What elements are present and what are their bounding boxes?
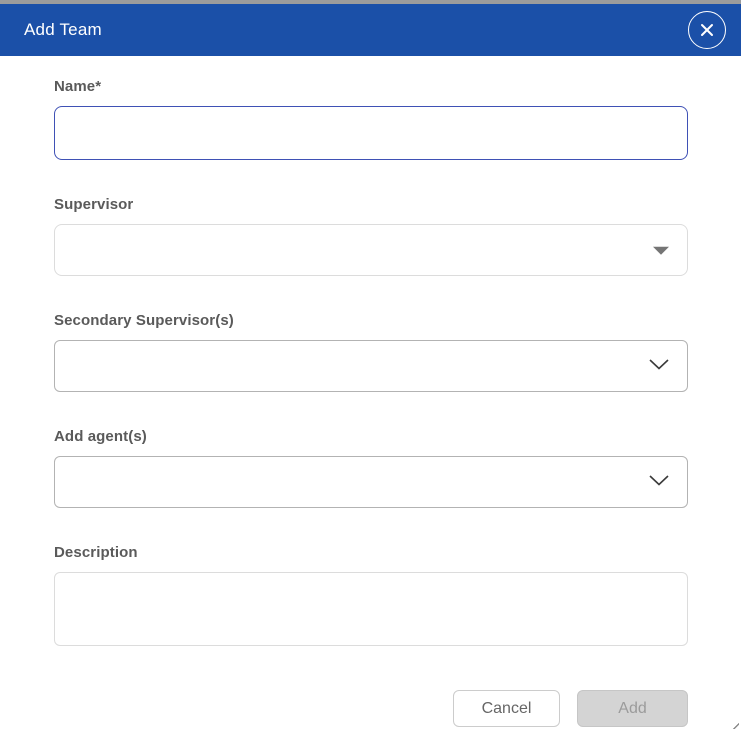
cancel-button[interactable]: Cancel (453, 690, 560, 727)
close-icon (699, 22, 715, 38)
resize-grip[interactable] (732, 722, 739, 729)
form-group-supervisor: Supervisor (54, 196, 688, 276)
supervisor-label: Supervisor (54, 196, 688, 213)
close-button[interactable] (688, 11, 726, 49)
form-group-name: Name* (54, 78, 688, 160)
secondary-supervisors-multiselect[interactable] (54, 340, 688, 392)
form-group-secondary-supervisors: Secondary Supervisor(s) (54, 312, 688, 392)
agents-label: Add agent(s) (54, 428, 688, 445)
chevron-down-icon (649, 473, 669, 491)
agents-multiselect[interactable] (54, 456, 688, 508)
caret-down-icon (653, 247, 669, 255)
form-group-agents: Add agent(s) (54, 428, 688, 508)
dialog-title: Add Team (24, 20, 102, 40)
chevron-down-icon (649, 357, 669, 375)
dialog-header: Add Team (0, 4, 741, 56)
name-input[interactable] (54, 106, 688, 160)
dialog-footer: Cancel Add (0, 651, 741, 727)
description-label: Description (54, 544, 688, 561)
description-textarea[interactable] (54, 572, 688, 646)
form-group-description: Description (54, 544, 688, 651)
add-button[interactable]: Add (577, 690, 688, 727)
supervisor-select[interactable] (54, 224, 688, 276)
dialog-body: Name* Supervisor Secondary Supervisor(s)… (0, 56, 741, 651)
name-label: Name* (54, 78, 688, 95)
secondary-supervisors-label: Secondary Supervisor(s) (54, 312, 688, 329)
